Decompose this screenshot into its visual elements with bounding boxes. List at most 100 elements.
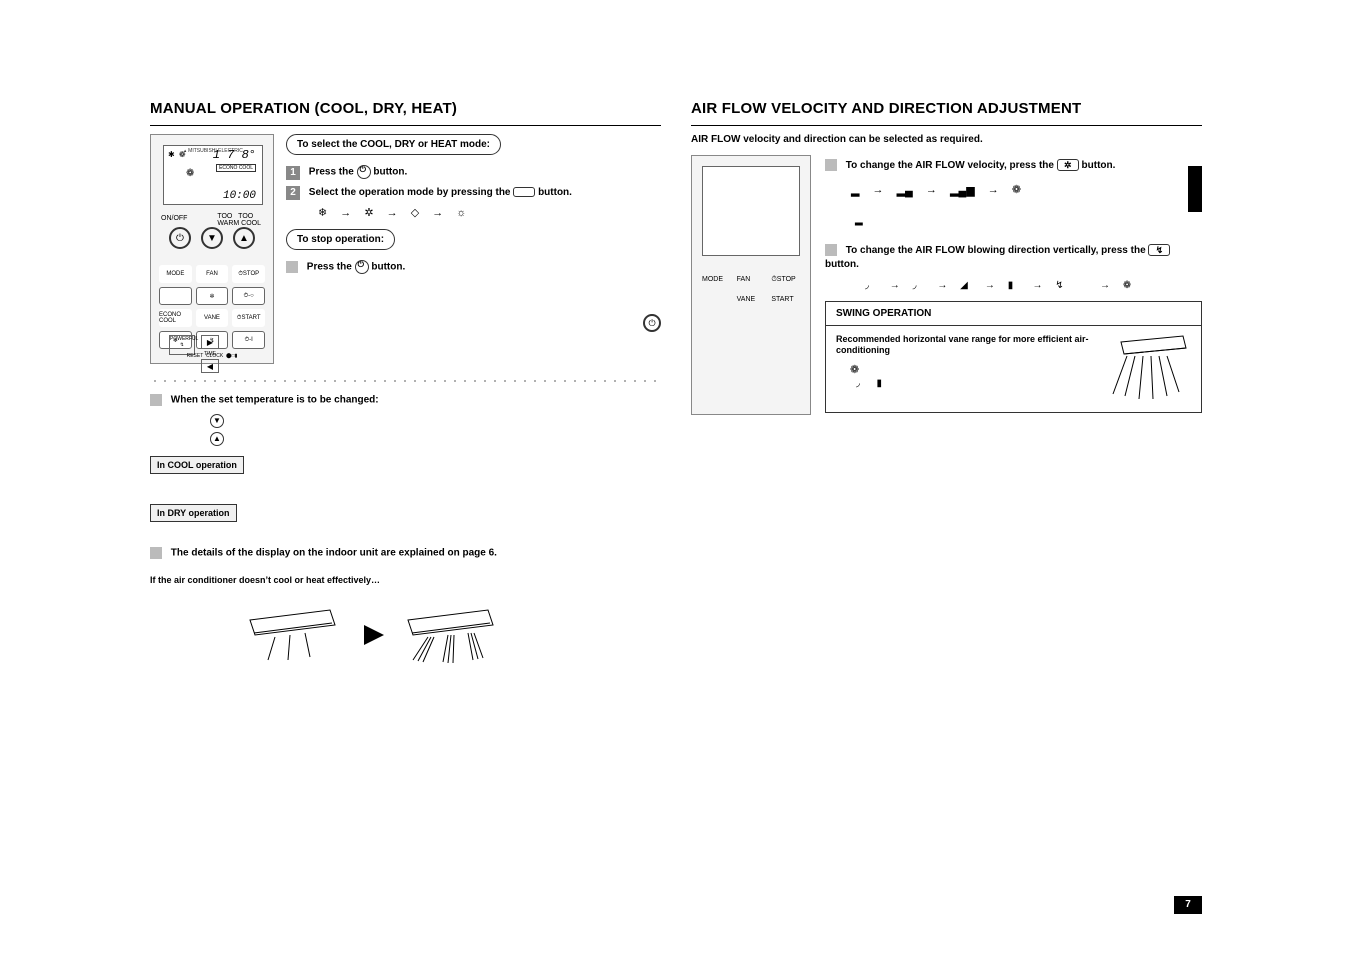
stop-label: ⏱STOP [771, 276, 802, 284]
divider [150, 125, 661, 126]
stop-timer-button: ⏱-○ [232, 287, 265, 305]
arrow-icon: → [873, 184, 884, 196]
bullet-icon [150, 394, 162, 406]
remote-screen-icons: ✱ ❁ [168, 150, 187, 159]
dotted-separator [150, 378, 661, 384]
vane-button-icon: ↯ [1148, 244, 1170, 256]
bullet-icon [150, 547, 162, 559]
stop-step: Press the button. [286, 260, 661, 274]
step-1: 1 Press the button. [286, 165, 661, 180]
ac-units-illustration [240, 605, 661, 665]
divider [691, 125, 1202, 126]
mode-cycle: ❄ → ✲ → ◇ → ☼ [318, 206, 661, 219]
ac-unit-before-icon [240, 605, 350, 665]
vane-label: VANE [196, 309, 229, 327]
temp-down-circle-icon: ▼ [210, 414, 224, 428]
stop-label: ⏱STOP [232, 265, 265, 283]
fan-speed-2-icon: ▂▄ [897, 184, 913, 197]
effective-note: If the air conditioner doesn’t cool or h… [150, 575, 661, 585]
powerful-button: POWERFUL ↯ [169, 335, 195, 355]
temp-change-heading: When the set temperature is to be change… [150, 394, 661, 406]
vane-auto-icon: ❁ [1123, 280, 1131, 291]
arrow-left-button: ◀ [201, 359, 219, 373]
vane-swing-icon: ↯ [1055, 280, 1067, 291]
fan-button: ✲ [196, 287, 229, 305]
power-icon-large: ⏻ [643, 314, 661, 332]
instruction-panel: To select the COOL, DRY or HEAT mode: 1 … [286, 134, 661, 364]
fan-label: FAN [737, 276, 768, 284]
manual-op-title: MANUAL OPERATION (COOL, DRY, HEAT) [150, 100, 661, 117]
fan-button-icon: ✲ [1057, 159, 1079, 171]
start-label: START [771, 296, 802, 303]
vane-pos-2-icon: ◞ [913, 280, 925, 291]
select-mode-pill: To select the COOL, DRY or HEAT mode: [286, 134, 501, 155]
in-dry-label: In DRY operation [150, 504, 237, 522]
swing-panel: SWING OPERATION Recommended horizontal v… [825, 301, 1202, 413]
swing-title: SWING OPERATION [826, 302, 1201, 326]
fan-speed-cycle: ▂ → ▂▄ → ▂▄▆ → ❁ [851, 183, 1202, 197]
mode-button-icon [513, 187, 535, 197]
details-note: The details of the display on the indoor… [150, 547, 661, 559]
bullet-icon [825, 159, 837, 171]
fan-auto-icon: ❁ [1012, 184, 1021, 196]
temp-down-button: ▼ [201, 227, 223, 249]
fan-speed-1-icon: ▂ [851, 184, 859, 197]
power-icon-large-placement: ⏻ [286, 314, 661, 332]
arrow-icon: → [890, 280, 900, 291]
velocity-step: To change the AIR FLOW velocity, press t… [825, 159, 1202, 173]
fan-speed-3-icon: ▂▄▆ [950, 184, 975, 197]
airflow-intro: AIR FLOW velocity and direction can be s… [691, 134, 1202, 145]
mode-button [159, 287, 192, 305]
stop-operation-pill: To stop operation: [286, 229, 395, 250]
power-icon [357, 165, 371, 179]
arrow-icon: → [387, 207, 398, 219]
too-warm-cool-label: TOO TOOWARM COOL [217, 213, 261, 227]
remote-right-screen [702, 166, 800, 256]
econo-label: ECONO COOL [159, 309, 192, 327]
vane-pos-3-icon: ◢ [960, 280, 972, 291]
swing-auto-icon: ❁ [850, 363, 1091, 376]
temp-down-icon-row: ▼ [210, 414, 661, 428]
indoor-unit-icon [1101, 334, 1191, 404]
arrow-icon: → [937, 280, 947, 291]
arrow-icon: → [985, 280, 995, 291]
sun-icon: ☼ [456, 207, 466, 219]
power-icon [355, 260, 369, 274]
power-button: ⏻ [169, 227, 191, 249]
vane-pos-1-icon: ◞ [865, 280, 877, 291]
remote-temp: 1 7 8° [213, 148, 256, 162]
airflow-title: AIR FLOW VELOCITY AND DIRECTION ADJUSTME… [691, 100, 1202, 117]
reset-clock-label: RESET CLOCK ⬤□▮ [151, 353, 273, 359]
vane-pos-4-icon: ▮ [1008, 280, 1020, 291]
side-tab [1188, 166, 1202, 212]
heat-icon: ✲ [364, 207, 373, 219]
remote-screen: MITSUBISHI ELECTRIC ✱ ❁ 1 7 8° ❁ ECONO C… [163, 145, 263, 205]
step-2: 2 Select the operation mode by pressing … [286, 186, 661, 200]
mode-label: MODE [159, 265, 192, 283]
arrow-icon: → [988, 184, 999, 196]
arrow-icon: → [1100, 280, 1110, 291]
arrow-icon: → [1032, 280, 1042, 291]
arrow-right-button: ▶ [201, 335, 219, 349]
fan-low-icon: ▂ [855, 215, 1202, 226]
swing-vane-icons: ◞ ▮ [856, 378, 1091, 389]
fan-label: FAN [196, 265, 229, 283]
arrow-icon: → [926, 184, 937, 196]
arrow-icon: → [340, 207, 351, 219]
remote-econo-label: ECONO COOL [216, 164, 256, 172]
start-timer-button: ⏱-I [232, 331, 265, 349]
vane-label: VANE [737, 296, 768, 303]
step-number-1: 1 [286, 166, 300, 180]
cool-icon: ❄ [318, 207, 327, 219]
temp-up-button: ▲ [233, 227, 255, 249]
dry-icon: ◇ [411, 207, 419, 219]
vane-direction-cycle: ◞ → ◞ → ◢ → ▮ → ↯ → ❁ [865, 280, 1202, 291]
direction-step: To change the AIR FLOW blowing direction… [825, 244, 1202, 272]
start-label: ⏱START [232, 309, 265, 327]
remote-auto-icon: ❁ [186, 168, 194, 179]
page-number: 7 [1174, 896, 1202, 914]
ac-unit-after-icon [398, 605, 508, 665]
arrow-icon: → [432, 207, 443, 219]
arrow-right-icon [364, 625, 384, 645]
onoff-label: ON/OFF [161, 215, 187, 222]
